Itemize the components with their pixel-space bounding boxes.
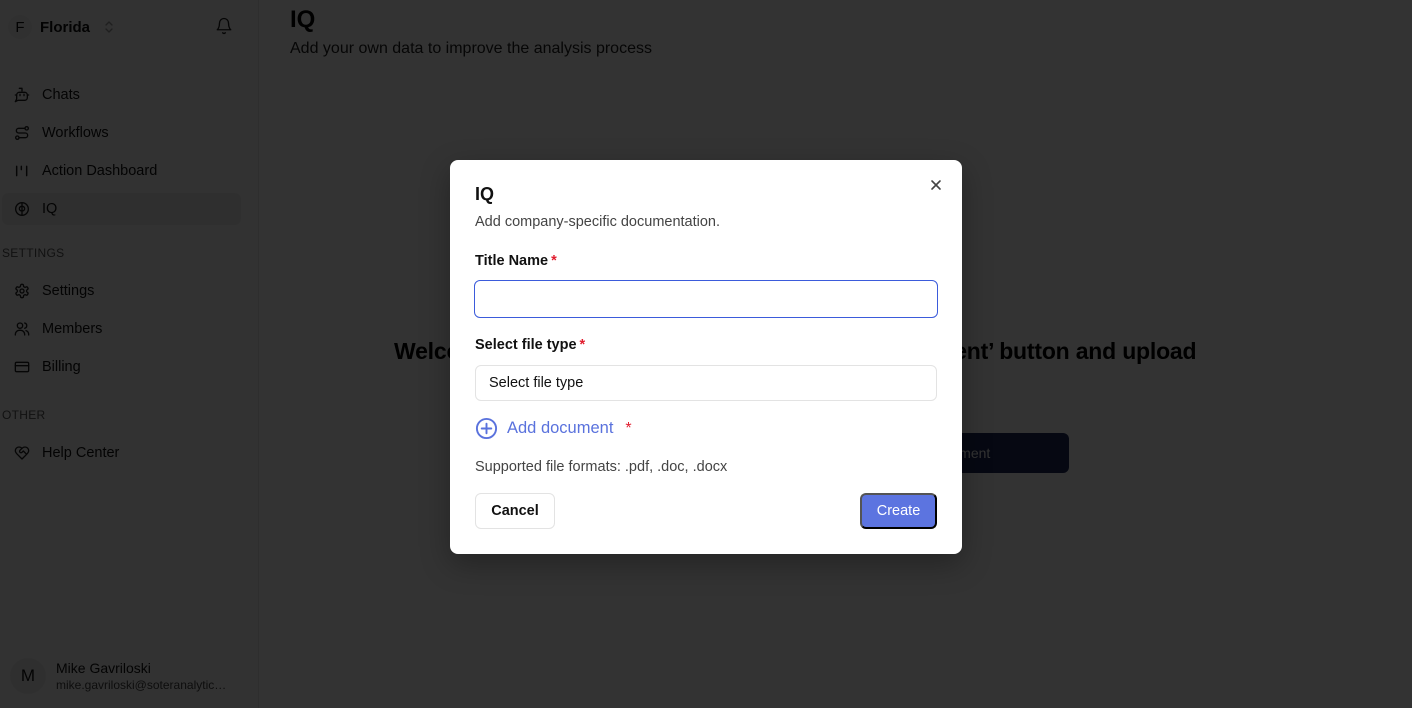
dialog-description: Add company-specific documentation. [475,214,721,230]
file-type-select[interactable]: Select file type [475,365,937,401]
required-mark: * [551,253,557,269]
create-button[interactable]: Create [860,493,937,529]
close-icon[interactable] [929,178,943,192]
title-name-label: Title Name * [475,253,557,269]
title-name-input[interactable] [474,280,938,318]
add-document-dialog: IQ Add company-specific documentation. T… [450,160,962,554]
add-document-button[interactable]: Add document * [475,417,632,440]
file-type-label-text: Select file type [475,337,577,353]
plus-circle-icon [475,417,498,440]
supported-formats-hint: Supported file formats: .pdf, .doc, .doc… [475,459,728,475]
cancel-button[interactable]: Cancel [475,493,555,529]
file-type-label: Select file type * [475,337,585,353]
required-mark: * [625,419,632,437]
required-mark: * [579,337,586,353]
title-name-label-text: Title Name [475,253,549,269]
dialog-title: IQ [475,184,495,204]
add-document-label: Add document [507,419,614,437]
